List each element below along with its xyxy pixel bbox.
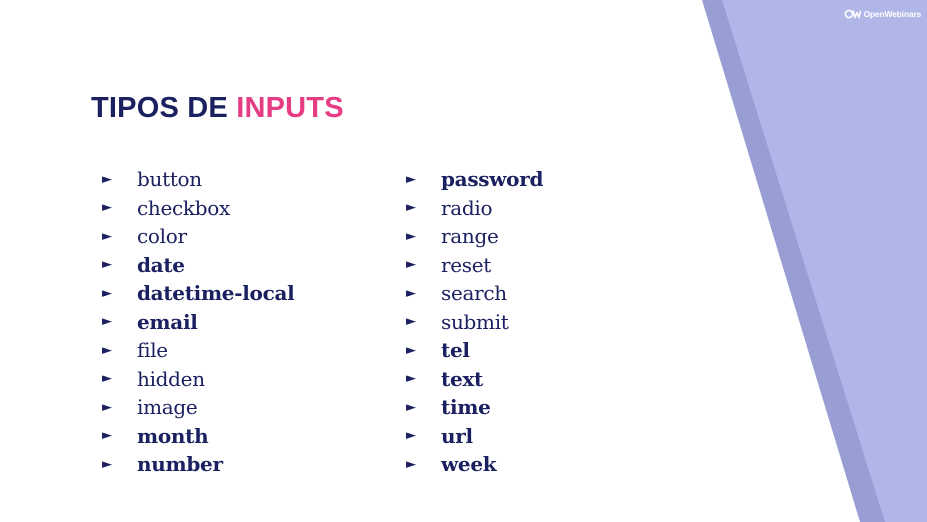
triangle-right-icon: ► xyxy=(406,171,416,187)
triangle-right-icon: ► xyxy=(102,228,112,244)
input-type-label: week xyxy=(441,452,497,477)
list-item: ► search xyxy=(406,279,543,308)
triangle-right-icon: ► xyxy=(406,257,416,273)
openwebinars-logo: OpenWebinars xyxy=(844,9,921,19)
input-type-label: text xyxy=(441,366,483,391)
list-item: ► password xyxy=(406,165,543,194)
triangle-right-icon: ► xyxy=(406,371,416,387)
triangle-right-icon: ► xyxy=(102,285,112,301)
input-type-label: image xyxy=(137,395,198,420)
input-type-label: email xyxy=(137,309,198,334)
input-type-label: url xyxy=(441,423,473,448)
list-item: ► button xyxy=(102,165,294,194)
title-part-2: INPUTS xyxy=(236,92,344,124)
input-types-list-left: ► button ► checkbox ► color ► date ► datetime-loc… xyxy=(102,165,295,479)
triangle-right-icon: ► xyxy=(406,228,416,244)
triangle-right-icon: ► xyxy=(102,171,112,187)
openwebinars-logo-icon xyxy=(844,9,861,19)
triangle-right-icon: ► xyxy=(102,399,112,415)
input-type-label: submit xyxy=(441,309,509,334)
input-type-label: range xyxy=(441,224,499,249)
input-types-list-right: ► password ► radio ► range ► reset ► search ► submi… xyxy=(406,165,543,479)
triangle-right-icon: ► xyxy=(102,257,112,273)
input-type-label: month xyxy=(137,423,209,448)
list-item: ► email xyxy=(102,308,294,337)
input-type-label: checkbox xyxy=(137,195,230,220)
input-type-label: password xyxy=(441,167,544,192)
input-type-label: number xyxy=(137,452,223,477)
list-item: ► url xyxy=(406,422,543,451)
list-item: ► checkbox xyxy=(102,194,294,223)
input-type-label: button xyxy=(137,167,202,192)
logo-text: OpenWebinars xyxy=(863,9,922,19)
input-type-label: file xyxy=(137,338,168,363)
triangle-right-icon: ► xyxy=(102,200,112,216)
triangle-right-icon: ► xyxy=(406,399,416,415)
list-item: ► submit xyxy=(406,308,543,337)
input-type-label: reset xyxy=(441,252,492,277)
list-item: ► tel xyxy=(406,336,543,365)
input-type-label: time xyxy=(441,395,491,420)
triangle-right-icon: ► xyxy=(406,314,416,330)
list-item: ► date xyxy=(102,251,294,280)
list-item: ► file xyxy=(102,336,294,365)
list-item: ► number xyxy=(102,450,294,479)
triangle-right-icon: ► xyxy=(102,428,112,444)
list-item: ► text xyxy=(406,365,543,394)
list-item: ► reset xyxy=(406,251,543,280)
list-item: ► time xyxy=(406,393,543,422)
triangle-right-icon: ► xyxy=(406,342,416,358)
triangle-right-icon: ► xyxy=(406,200,416,216)
triangle-right-icon: ► xyxy=(102,371,112,387)
input-type-label: color xyxy=(137,224,187,249)
triangle-right-icon: ► xyxy=(406,428,416,444)
triangle-right-icon: ► xyxy=(102,342,112,358)
list-item: ► datetime-local xyxy=(102,279,295,308)
input-type-label: search xyxy=(441,281,507,306)
input-type-label: datetime-local xyxy=(137,281,295,306)
page-title: TIPOS DE INPUTS xyxy=(91,92,344,125)
input-type-label: hidden xyxy=(137,366,205,391)
input-type-label: radio xyxy=(441,195,493,220)
list-item: ► month xyxy=(102,422,294,451)
list-item: ► range xyxy=(406,222,543,251)
input-type-label: date xyxy=(137,252,185,277)
list-item: ► image xyxy=(102,393,294,422)
list-item: ► week xyxy=(406,450,543,479)
list-item: ► hidden xyxy=(102,365,294,394)
triangle-right-icon: ► xyxy=(102,456,112,472)
triangle-right-icon: ► xyxy=(102,314,112,330)
slide: OpenWebinars TIPOS DE INPUTS ► button ► che… xyxy=(0,0,927,522)
triangle-right-icon: ► xyxy=(406,456,416,472)
input-type-label: tel xyxy=(441,338,470,363)
title-part-1: TIPOS DE xyxy=(91,92,237,124)
list-item: ► color xyxy=(102,222,294,251)
triangle-right-icon: ► xyxy=(406,285,416,301)
list-item: ► radio xyxy=(406,194,543,223)
